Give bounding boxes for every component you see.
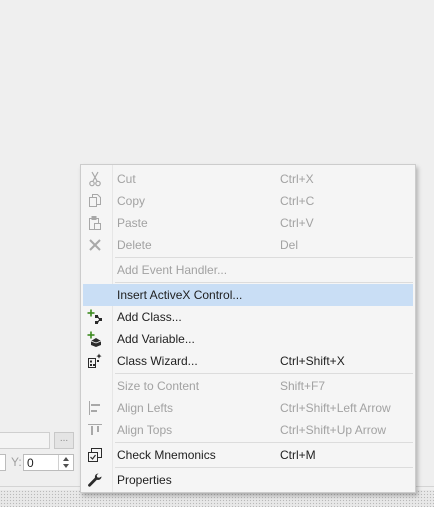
menu-item-shortcut: Ctrl+M	[280, 448, 316, 462]
menu-separator	[115, 282, 413, 283]
check-mnemonics-icon	[87, 447, 103, 463]
menu-item-size-to-content[interactable]: Size to Content Shift+F7	[83, 375, 413, 397]
menu-item-label: Check Mnemonics	[117, 448, 216, 462]
menu-separator	[115, 467, 413, 468]
menu-item-label: Size to Content	[117, 379, 200, 393]
menu-item-label: Properties	[117, 473, 172, 487]
menu-item-copy[interactable]: Copy Ctrl+C	[83, 190, 413, 212]
menu-item-align-tops[interactable]: Align Tops Ctrl+Shift+Up Arrow	[83, 419, 413, 441]
menu-item-add-variable[interactable]: Add Variable...	[83, 328, 413, 350]
add-class-icon	[87, 309, 103, 325]
menu-item-label: Add Event Handler...	[117, 263, 228, 277]
menu-item-label: Delete	[117, 238, 152, 252]
menu-item-label: Copy	[117, 194, 146, 208]
paste-icon	[87, 215, 103, 231]
spin-down-icon[interactable]	[63, 464, 69, 468]
x-spin-fragment[interactable]	[0, 454, 6, 471]
context-menu: Cut Ctrl+X Copy Ctrl+C Paste Ctrl+V Delete Del A…	[80, 164, 416, 493]
align-tops-icon	[87, 422, 103, 438]
menu-item-label: Class Wizard...	[117, 354, 198, 368]
menu-item-shortcut: Ctrl+X	[280, 172, 314, 186]
menu-item-add-class[interactable]: Add Class...	[83, 306, 413, 328]
spin-up-icon[interactable]	[63, 457, 69, 461]
ellipsis-button[interactable]: ...	[54, 432, 74, 449]
menu-item-cut[interactable]: Cut Ctrl+X	[83, 168, 413, 190]
menu-item-insert-activex-control[interactable]: Insert ActiveX Control...	[83, 284, 413, 306]
wrench-icon	[87, 472, 103, 488]
menu-item-check-mnemonics[interactable]: Check Mnemonics Ctrl+M	[83, 444, 413, 466]
menu-item-shortcut: Ctrl+C	[280, 194, 315, 208]
menu-item-class-wizard[interactable]: Class Wizard... Ctrl+Shift+X	[83, 350, 413, 372]
menu-item-label: Paste	[117, 216, 148, 230]
y-spin-buttons[interactable]	[58, 455, 73, 470]
copy-icon	[87, 193, 103, 209]
menu-separator	[115, 442, 413, 443]
menu-item-properties[interactable]: Properties	[83, 469, 413, 491]
y-value: 0	[27, 456, 34, 470]
menu-item-label: Align Tops	[117, 423, 173, 437]
menu-separator	[115, 373, 413, 374]
menu-item-shortcut: Ctrl+Shift+X	[280, 354, 345, 368]
menu-item-align-lefts[interactable]: Align Lefts Ctrl+Shift+Left Arrow	[83, 397, 413, 419]
menu-item-shortcut: Shift+F7	[280, 379, 326, 393]
property-value-field[interactable]	[0, 432, 50, 449]
menu-item-label: Insert ActiveX Control...	[117, 288, 243, 302]
y-label: Y:	[11, 455, 22, 469]
menu-item-shortcut: Ctrl+Shift+Up Arrow	[280, 423, 387, 437]
menu-item-add-event-handler[interactable]: Add Event Handler...	[83, 259, 413, 281]
add-variable-icon	[87, 331, 103, 347]
menu-separator	[115, 257, 413, 258]
menu-item-label: Add Class...	[117, 310, 182, 324]
menu-item-label: Add Variable...	[117, 332, 195, 346]
align-lefts-icon	[87, 400, 103, 416]
y-spin-input[interactable]: 0	[23, 454, 74, 471]
menu-item-shortcut: Ctrl+V	[280, 216, 314, 230]
class-wizard-icon	[87, 353, 103, 369]
menu-item-delete[interactable]: Delete Del	[83, 234, 413, 256]
scissors-icon	[87, 171, 103, 187]
menu-item-shortcut: Del	[280, 238, 299, 252]
menu-item-label: Align Lefts	[117, 401, 174, 415]
menu-item-paste[interactable]: Paste Ctrl+V	[83, 212, 413, 234]
delete-x-icon	[87, 237, 103, 253]
menu-item-shortcut: Ctrl+Shift+Left Arrow	[280, 401, 391, 415]
designer-surface: ... Y: 0 Cut Ctrl+X Copy Ctrl+C Paste Ctrl+V D…	[0, 0, 434, 507]
menu-item-label: Cut	[117, 172, 136, 186]
